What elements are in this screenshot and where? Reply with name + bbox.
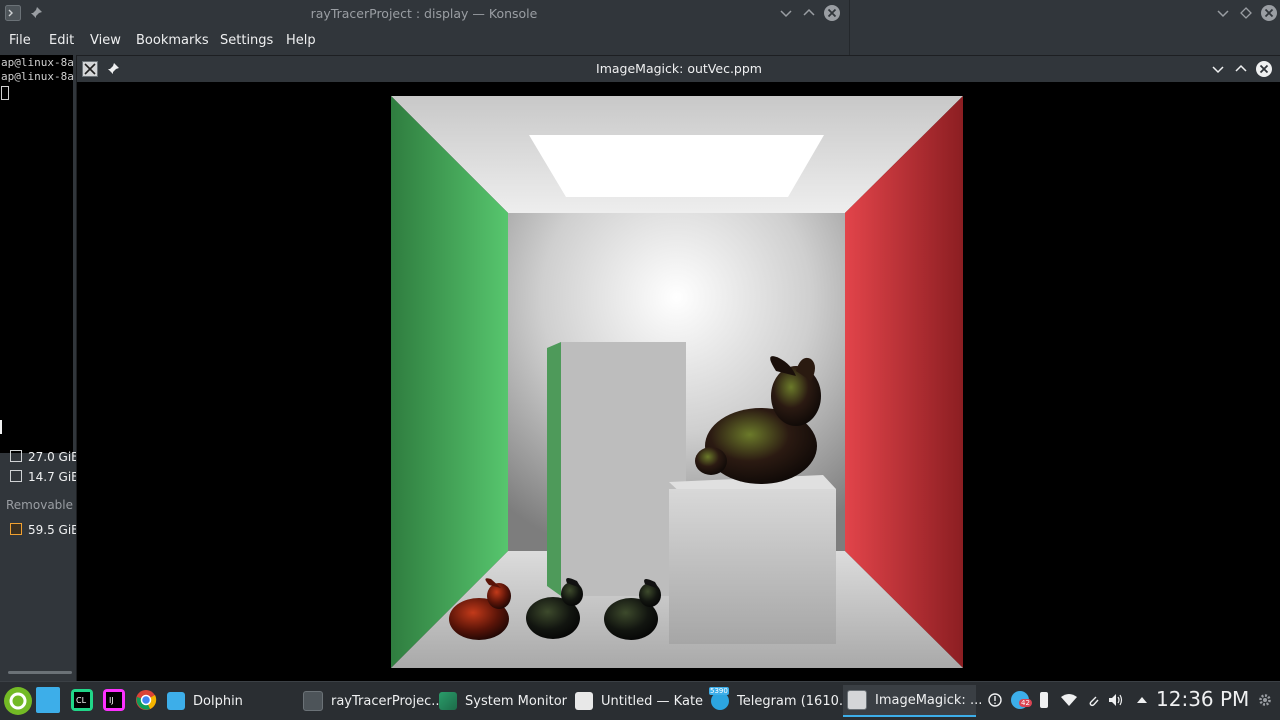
task-label: Telegram (1610...: [737, 693, 852, 709]
system-monitor-icon: [439, 692, 457, 710]
svg-text:CL: CL: [76, 696, 87, 705]
opensuse-icon[interactable]: [3, 686, 33, 716]
volume-icon[interactable]: [1108, 693, 1124, 707]
section-heading: Removable: [6, 498, 74, 512]
terminal-cursor: [1, 86, 9, 100]
folder-icon: [167, 692, 185, 710]
short-box-front: [669, 489, 836, 644]
chevron-up-icon[interactable]: [1233, 61, 1249, 77]
notification-icon[interactable]: 42: [1011, 691, 1032, 709]
menu-view[interactable]: View: [90, 33, 121, 48]
terminal-icon: [303, 691, 323, 711]
tall-box-front: [561, 342, 686, 596]
intellij-icon[interactable]: IJ: [103, 689, 125, 711]
telegram-icon: 5390: [709, 687, 729, 710]
drive-icon: [10, 470, 22, 482]
menu-edit[interactable]: Edit: [49, 33, 74, 48]
battery-icon[interactable]: [1040, 692, 1048, 708]
device-size: 59.5 GiB: [28, 523, 80, 537]
task-konsole[interactable]: rayTracerProjec...: [299, 685, 444, 717]
drive-icon: [10, 450, 22, 462]
text-cursor-icon: [0, 420, 2, 434]
imagemagick-window-title: ImageMagick: outVec.ppm: [596, 61, 762, 76]
task-telegram[interactable]: 5390 Telegram (1610...: [707, 685, 851, 717]
chevron-down-icon[interactable]: [1215, 5, 1231, 21]
menu-file[interactable]: File: [9, 33, 31, 48]
chevron-up-icon[interactable]: [1135, 693, 1149, 707]
paperclip-icon[interactable]: [1086, 693, 1100, 707]
task-imagemagick[interactable]: ImageMagick: ...: [843, 685, 982, 717]
device-size: 14.7 GiB: [28, 470, 80, 484]
chevron-up-icon[interactable]: [801, 5, 817, 21]
notification-badge: 42: [1019, 699, 1032, 707]
terminal-output[interactable]: ap@linux-8a ap@linux-8a: [0, 55, 73, 453]
wifi-icon[interactable]: [1060, 693, 1078, 707]
task-dolphin[interactable]: Dolphin: [163, 685, 296, 717]
background-window-titlebar: [849, 0, 1280, 55]
task-kate[interactable]: Untitled — Kate: [571, 685, 704, 717]
menu-settings[interactable]: Settings: [220, 33, 273, 48]
device-size: 27.0 GiB: [28, 450, 80, 464]
task-label: rayTracerProjec...: [331, 693, 444, 709]
menu-help[interactable]: Help: [286, 33, 316, 48]
clock[interactable]: 12:36 PM: [1156, 687, 1249, 711]
tall-box-side: [547, 342, 561, 596]
scrollbar[interactable]: [8, 671, 72, 674]
info-icon[interactable]: [988, 693, 1002, 707]
terminal-line: ap@linux-8a: [1, 70, 73, 83]
kate-icon: [575, 692, 593, 710]
svg-text:IJ: IJ: [109, 696, 114, 705]
chevron-down-icon[interactable]: [778, 5, 794, 21]
rendered-image-cornell-box[interactable]: [391, 96, 963, 668]
task-label: Untitled — Kate: [601, 693, 704, 709]
device-item[interactable]: 27.0 GiB: [10, 450, 79, 464]
task-label: Dolphin: [193, 693, 243, 709]
clion-icon[interactable]: CL: [71, 689, 93, 711]
konsole-menubar: File Edit View Bookmarks Settings Help: [0, 27, 848, 55]
diamond-icon[interactable]: [1238, 5, 1254, 21]
close-icon[interactable]: [1255, 60, 1273, 78]
imagemagick-window: ImageMagick: outVec.ppm: [76, 55, 1280, 683]
chevron-down-icon[interactable]: [1210, 61, 1226, 77]
konsole-window-title: rayTracerProject : display — Konsole: [310, 6, 538, 21]
task-label: ImageMagick: ...: [875, 692, 983, 708]
chrome-icon[interactable]: [135, 689, 157, 711]
konsole-titlebar: rayTracerProject : display — Konsole: [0, 0, 848, 28]
device-item[interactable]: 59.5 GiB: [10, 523, 79, 537]
gear-icon[interactable]: [1258, 693, 1272, 707]
x11-icon: [847, 690, 867, 710]
desktop-pager-icon[interactable]: [36, 687, 60, 713]
close-icon[interactable]: [823, 4, 841, 22]
dolphin-places-panel: 27.0 GiB 14.7 GiB Removable 59.5 GiB: [0, 450, 79, 679]
terminal-line: ap@linux-8a: [1, 56, 73, 69]
menu-bookmarks[interactable]: Bookmarks: [136, 33, 209, 48]
imagemagick-titlebar: ImageMagick: outVec.ppm: [77, 56, 1280, 82]
taskbar: CL IJ Dolphin rayTracerProjec... System …: [0, 681, 1280, 720]
device-item[interactable]: 14.7 GiB: [10, 470, 79, 484]
usb-drive-icon: [10, 523, 22, 535]
task-system-monitor[interactable]: System Monitor: [435, 685, 568, 717]
task-label: System Monitor: [465, 693, 568, 709]
close-icon[interactable]: [1260, 4, 1278, 22]
telegram-badge: 5390: [709, 687, 729, 695]
ceiling-light: [529, 135, 824, 197]
